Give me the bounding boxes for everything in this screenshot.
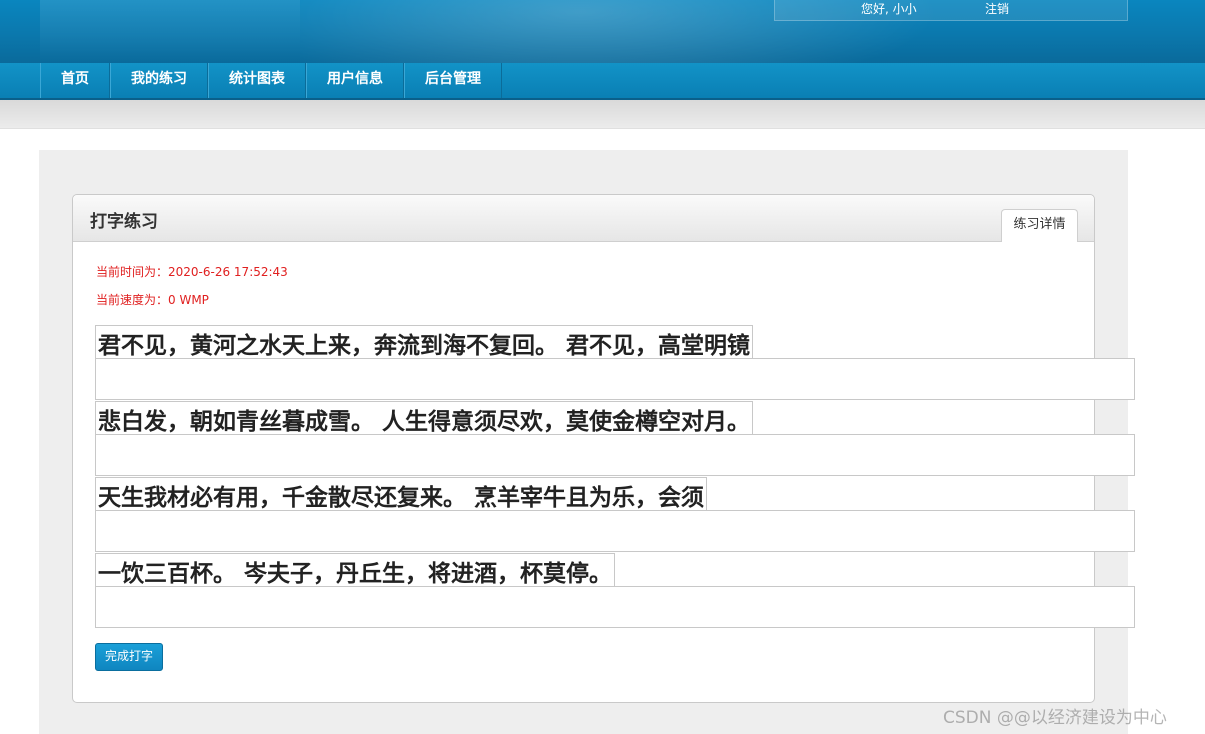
tab-practice-details[interactable]: 练习详情 <box>1001 209 1078 242</box>
finish-typing-button[interactable]: 完成打字 <box>95 643 163 671</box>
source-line-4: 一饮三百杯。 岑夫子，丹丘生，将进酒，杯莫停。 <box>95 553 616 587</box>
sub-bar <box>0 100 1205 129</box>
panel-title: 打字练习 <box>90 212 158 232</box>
nav-item-my-practice[interactable]: 我的练习 <box>110 63 208 98</box>
source-line-1: 君不见，黄河之水天上来，奔流到海不复回。 君不见，高堂明镜 <box>95 325 754 359</box>
nav-item-admin[interactable]: 后台管理 <box>404 63 502 98</box>
nav-item-statistics[interactable]: 统计图表 <box>208 63 306 98</box>
typing-area: 君不见，黄河之水天上来，奔流到海不复回。 君不见，高堂明镜 悲白发，朝如青丝暮成… <box>95 325 1135 630</box>
source-line-2: 悲白发，朝如青丝暮成雪。 人生得意须尽欢，莫使金樽空对月。 <box>95 401 754 435</box>
nav-item-home[interactable]: 首页 <box>40 63 110 98</box>
typing-input-4[interactable] <box>95 586 1135 628</box>
typing-input-2[interactable] <box>95 434 1135 476</box>
top-header: 您好, 小小 注销 <box>0 0 1205 63</box>
typing-input-1[interactable] <box>95 358 1135 400</box>
user-greeting: 您好, 小小 <box>861 2 917 16</box>
typing-input-3[interactable] <box>95 510 1135 552</box>
nav-item-user-info[interactable]: 用户信息 <box>306 63 404 98</box>
typing-panel: 打字练习 练习详情 当前时间为：2020-6-26 17:52:43 当前速度为… <box>72 194 1135 703</box>
current-time-text: 当前时间为：2020-6-26 17:52:43 <box>96 265 288 279</box>
main-nav: 首页 我的练习 统计图表 用户信息 后台管理 <box>0 63 1205 100</box>
header-logo-area <box>40 0 300 63</box>
logout-link[interactable]: 注销 <box>985 0 1009 17</box>
main-container: 打字练习 练习详情 当前时间为：2020-6-26 17:52:43 当前速度为… <box>39 150 1135 734</box>
current-speed-text: 当前速度为：0 WMP <box>96 293 209 307</box>
watermark-text: CSDN @@以经济建设为中心 <box>943 708 1167 728</box>
user-info-box: 您好, 小小 注销 <box>774 0 1128 21</box>
source-line-3: 天生我材必有用，千金散尽还复来。 烹羊宰牛且为乐，会须 <box>95 477 708 511</box>
panel-header: 打字练习 练习详情 <box>73 195 1094 242</box>
